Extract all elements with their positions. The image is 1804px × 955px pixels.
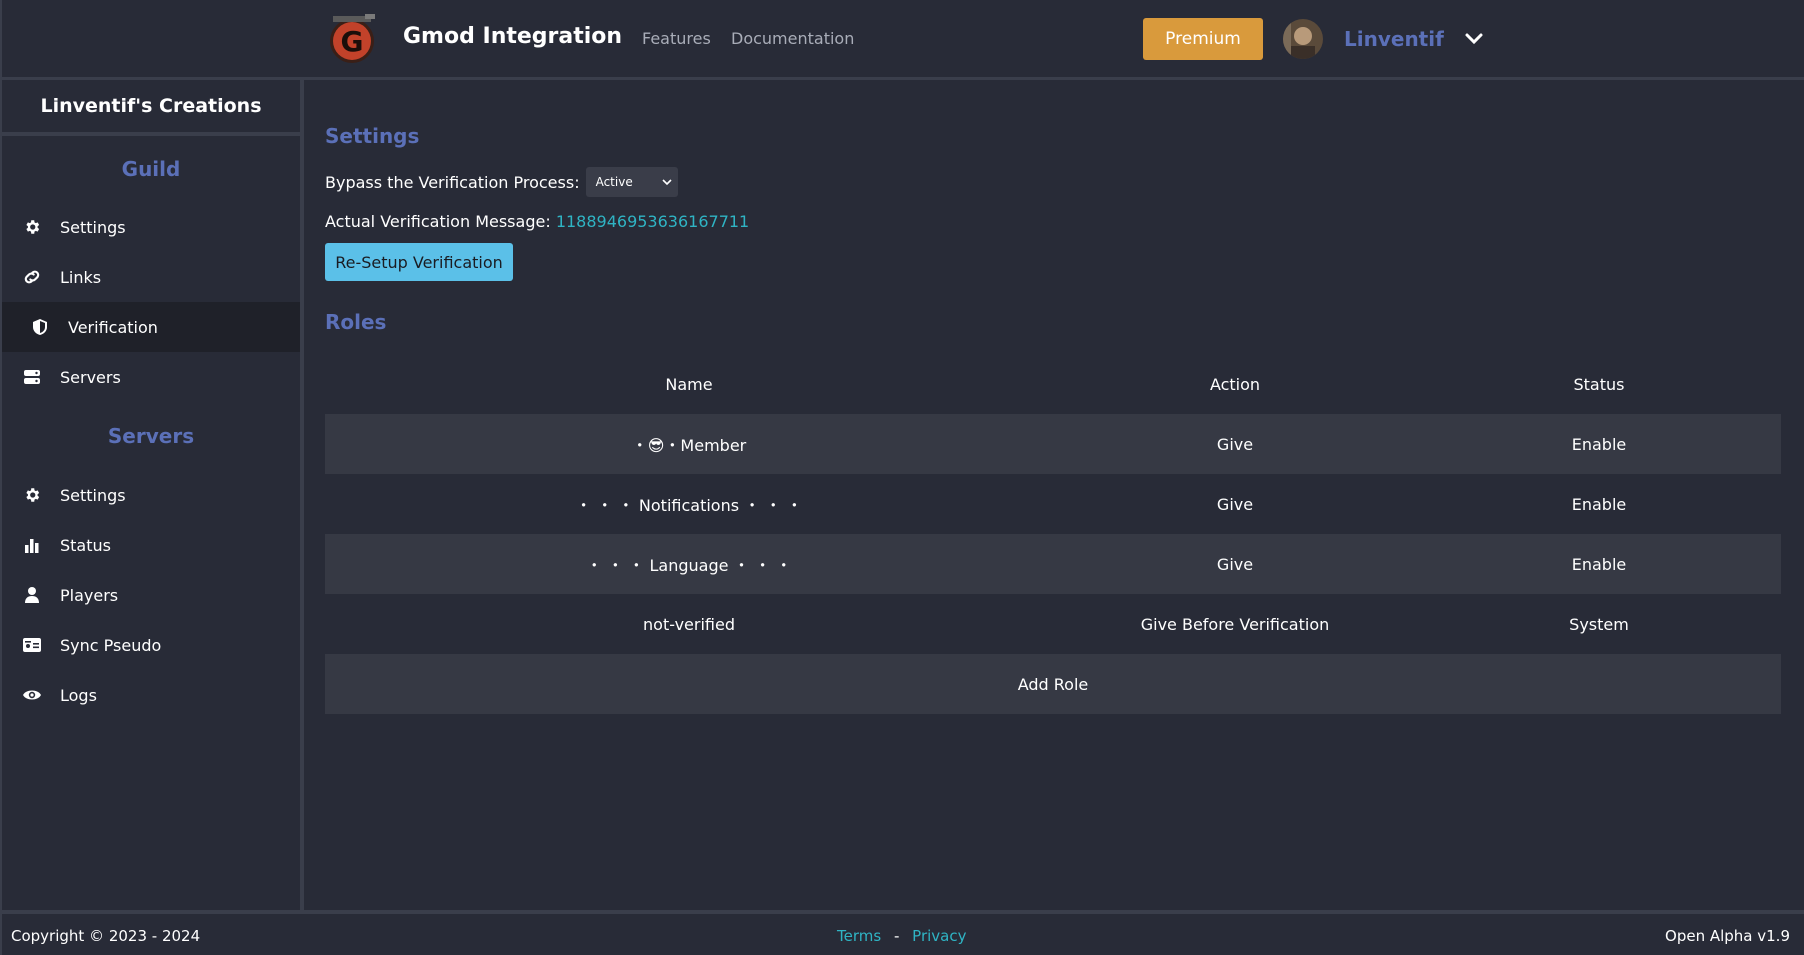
role-name: ・😎・Member [631,436,747,455]
privacy-link[interactable]: Privacy [912,927,966,945]
footer-links: Terms - Privacy [837,927,966,945]
add-role-button[interactable]: Add Role [325,654,1781,714]
sidebar-section-servers: Servers [107,424,195,448]
premium-button[interactable]: Premium [1143,18,1263,60]
roles-table: Name Action Status ・😎・Member Give Enable… [325,354,1781,714]
nav-features-link[interactable]: Features [642,29,711,48]
bypass-select-value: Active [595,175,633,189]
gear-icon [22,485,42,505]
table-row[interactable]: not-verified Give Before Verification Sy… [325,594,1781,654]
server-icon [22,367,42,387]
copyright-text: Copyright © 2023 - 2024 [11,927,201,945]
column-header-action: Action [1209,374,1261,394]
sidebar-item-verification[interactable]: Verification [2,302,300,352]
top-navbar: G Gmod Integration Features Documentatio… [0,0,1804,80]
terms-link[interactable]: Terms [837,927,881,945]
table-row[interactable]: ・ ・ ・ Notifications ・ ・ ・ Give Enable [325,474,1781,534]
role-status: Enable [1571,554,1627,574]
role-action: Give [1216,554,1254,574]
table-row[interactable]: ・ ・ ・ Language ・ ・ ・ Give Enable [325,534,1781,594]
settings-heading: Settings [325,124,420,148]
nav-documentation-link[interactable]: Documentation [731,29,854,48]
sidebar-item-links[interactable]: Links [2,252,300,302]
verification-message-row: Actual Verification Message: 11889469536… [325,212,749,231]
sidebar-section-guild: Guild [121,157,181,181]
eye-icon [22,685,42,705]
user-icon [22,585,42,605]
role-name: ・ ・ ・ Language ・ ・ ・ [586,556,792,575]
table-header-row: Name Action Status [325,354,1781,414]
table-row[interactable]: ・😎・Member Give Enable [325,414,1781,474]
sidebar-item-label: Logs [60,685,97,705]
sidebar-item-sync-pseudo[interactable]: Sync Pseudo [2,620,300,670]
sidebar: Linventif's Creations Guild Settings Lin… [0,80,304,910]
bypass-select[interactable]: Active [585,167,678,197]
sidebar-item-label: Servers [60,367,121,387]
logo-letter: G [341,25,364,58]
bar-chart-icon [22,535,42,555]
gear-icon [22,217,42,237]
role-action: Give [1216,434,1254,454]
sidebar-item-guild-settings[interactable]: Settings [2,202,300,252]
link-icon [22,267,42,287]
brand-name[interactable]: Gmod Integration [403,24,622,49]
resetup-verification-button[interactable]: Re-Setup Verification [325,243,513,281]
brand-logo[interactable]: G [325,12,379,66]
id-card-icon [22,635,42,655]
bypass-label: Bypass the Verification Process: [325,172,580,192]
role-action: Give [1216,494,1254,514]
verification-message-id[interactable]: 1188946953636167711 [556,212,749,231]
role-status: Enable [1571,494,1627,514]
sidebar-item-label: Settings [60,485,126,505]
footer: Copyright © 2023 - 2024 Terms - Privacy … [0,910,1804,955]
column-header-status: Status [1573,374,1625,394]
verification-message-label: Actual Verification Message: [325,212,551,231]
role-name: ・ ・ ・ Notifications ・ ・ ・ [575,496,803,515]
avatar[interactable] [1283,19,1323,59]
role-action: Give Before Verification [1140,614,1330,634]
shield-icon [30,317,50,337]
chevron-down-icon[interactable] [1464,31,1484,47]
role-status: Enable [1571,434,1627,454]
sidebar-item-label: Players [60,585,119,605]
version-text: Open Alpha v1.9 [1665,927,1790,945]
sidebar-item-label: Status [60,535,111,555]
sidebar-item-label: Links [60,267,102,287]
sidebar-item-status[interactable]: Status [2,520,300,570]
role-name: not-verified [643,614,735,634]
sidebar-item-servers[interactable]: Servers [2,352,300,402]
role-status: System [1569,614,1629,634]
footer-separator: - [893,927,900,945]
sidebar-item-players[interactable]: Players [2,570,300,620]
roles-heading: Roles [325,310,387,334]
sidebar-item-server-settings[interactable]: Settings [2,470,300,520]
column-header-name: Name [665,374,713,394]
sidebar-item-logs[interactable]: Logs [2,670,300,720]
bypass-row: Bypass the Verification Process: Active [325,166,678,198]
sidebar-item-label: Settings [60,217,126,237]
chevron-down-icon [662,175,672,189]
sidebar-item-label: Verification [68,317,158,337]
username[interactable]: Linventif [1344,27,1444,51]
sidebar-item-label: Sync Pseudo [60,635,162,655]
sidebar-guild-name: Linventif's Creations [2,80,300,136]
